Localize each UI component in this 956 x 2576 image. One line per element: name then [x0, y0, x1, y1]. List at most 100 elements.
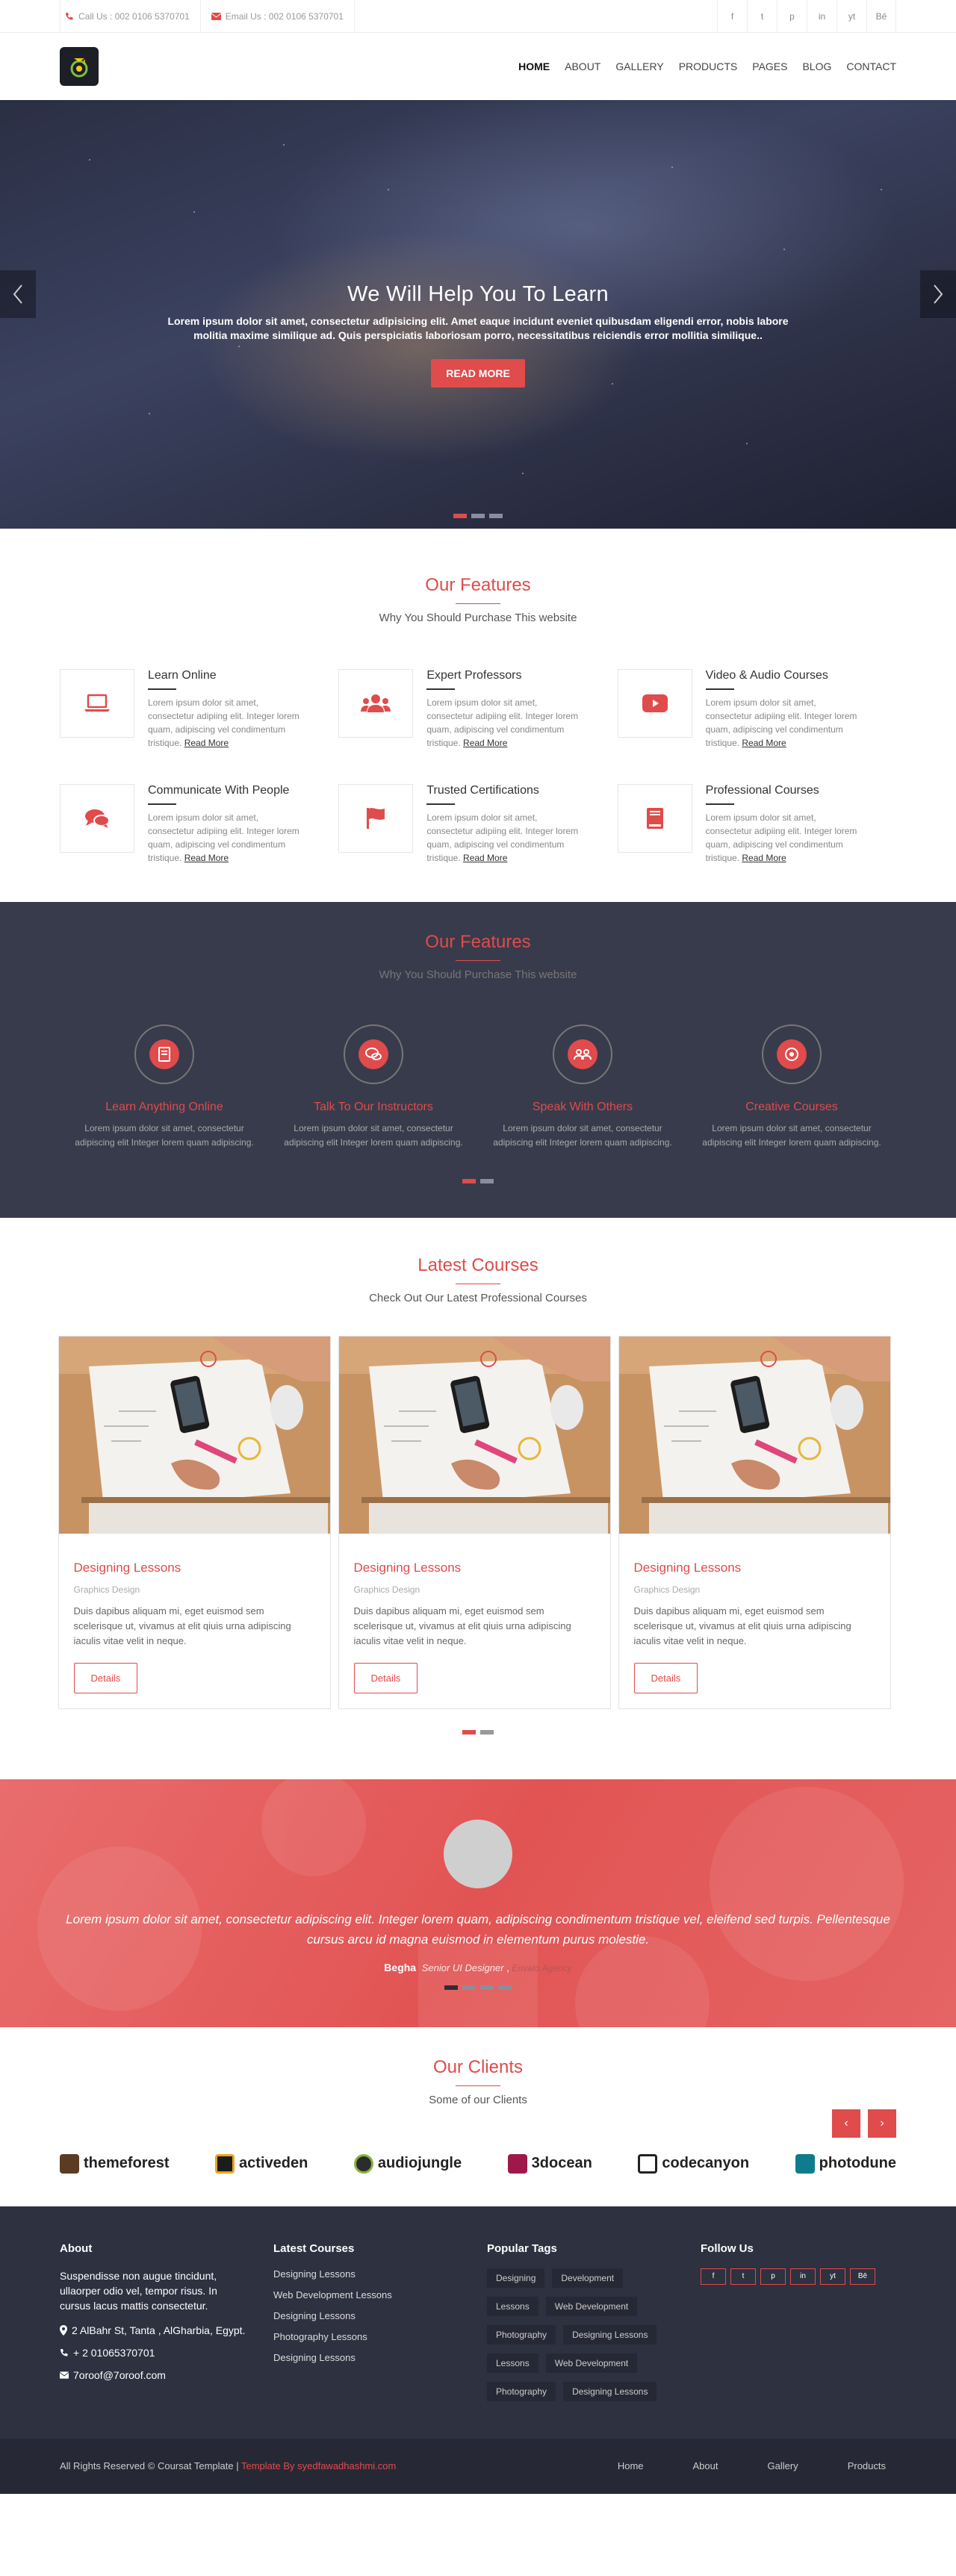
- bottom-nav-gallery[interactable]: Gallery: [768, 2460, 798, 2471]
- hero-dot[interactable]: [453, 514, 467, 518]
- feature-text: Lorem ipsum dolor sit amet, consectetur …: [426, 812, 579, 863]
- nav-contact[interactable]: CONTACT: [846, 60, 896, 72]
- hero-dot[interactable]: [471, 514, 485, 518]
- pagination-dot[interactable]: [480, 1985, 494, 1990]
- tag[interactable]: Designing Lessons: [563, 2381, 657, 2401]
- book-icon: [158, 1047, 170, 1062]
- hero-dot[interactable]: [489, 514, 503, 518]
- pagination-dot[interactable]: [444, 1985, 458, 1990]
- features-grid: Learn Online Lorem ipsum dolor sit amet,…: [60, 669, 896, 865]
- client-logo-photodune[interactable]: photodune: [795, 2153, 896, 2174]
- hero-title: We Will Help You To Learn: [347, 282, 609, 306]
- nav-about[interactable]: ABOUT: [565, 60, 600, 72]
- client-logo-3docean[interactable]: 3docean: [507, 2153, 592, 2174]
- linkedin-icon[interactable]: in: [790, 2268, 816, 2285]
- footer-heading: Popular Tags: [487, 2241, 557, 2255]
- course-title[interactable]: Designing Lessons: [74, 1561, 315, 1575]
- read-more-link[interactable]: Read More: [742, 738, 786, 748]
- facebook-icon[interactable]: f: [701, 2268, 726, 2285]
- testimonial-author: Begha Senior UI Designer , Envato Agency: [0, 1961, 956, 1973]
- pagination-dot[interactable]: [462, 1729, 476, 1735]
- nav-products[interactable]: PRODUCTS: [679, 60, 738, 72]
- pagination-dot[interactable]: [462, 1985, 476, 1990]
- pagination-dot[interactable]: [462, 1179, 476, 1184]
- pagination-dot[interactable]: [498, 1985, 512, 1990]
- behance-icon[interactable]: Bē: [866, 0, 896, 33]
- course-title[interactable]: Designing Lessons: [634, 1561, 875, 1575]
- nav-pages[interactable]: PAGES: [752, 60, 787, 72]
- footer-course-link[interactable]: Designing Lessons: [273, 2352, 487, 2363]
- details-button[interactable]: Details: [633, 1662, 698, 1693]
- course-image[interactable]: [618, 1337, 890, 1534]
- tag[interactable]: Designing: [487, 2268, 545, 2288]
- feature-text: Lorem ipsum dolor sit amet, consectetur …: [493, 1123, 672, 1148]
- feature-circle: [762, 1024, 822, 1084]
- clients-next-button[interactable]: ›: [868, 2109, 896, 2138]
- linkedin-icon[interactable]: in: [807, 0, 836, 33]
- youtube-icon[interactable]: yt: [820, 2268, 845, 2285]
- read-more-link[interactable]: Read More: [184, 853, 229, 863]
- facebook-icon[interactable]: f: [717, 0, 747, 33]
- client-logo-audiojungle[interactable]: audiojungle: [353, 2153, 462, 2174]
- footer-latest-courses: Latest Courses Designing Lessons Web Dev…: [273, 2242, 487, 2401]
- logo-gear-icon: [70, 58, 88, 78]
- target-icon: [785, 1048, 798, 1061]
- feature-icon-box: [338, 669, 414, 738]
- pinterest-icon[interactable]: p: [760, 2268, 786, 2285]
- footer-course-link[interactable]: Designing Lessons: [273, 2268, 487, 2280]
- tag[interactable]: Web Development: [545, 2353, 638, 2373]
- call-text: Call Us : 002 0106 5370701: [78, 11, 190, 22]
- read-more-link[interactable]: Read More: [463, 738, 507, 748]
- author-role: Senior UI Designer: [421, 1961, 504, 1973]
- bottom-nav-about[interactable]: About: [693, 2460, 718, 2471]
- read-more-link[interactable]: Read More: [742, 853, 786, 863]
- clients-prev-button[interactable]: ‹: [832, 2109, 860, 2138]
- pagination-dot[interactable]: [480, 1179, 494, 1184]
- pagination-dot[interactable]: [480, 1729, 494, 1735]
- read-more-button[interactable]: READ MORE: [431, 358, 525, 388]
- course-title[interactable]: Designing Lessons: [354, 1561, 595, 1575]
- course-card: Designing Lessons Graphics Design Duis d…: [618, 1336, 891, 1709]
- footer-email: 7oroof@7oroof.com: [60, 2369, 273, 2381]
- site-logo[interactable]: [60, 47, 99, 86]
- tag[interactable]: Lessons: [487, 2296, 538, 2316]
- tag[interactable]: Development: [552, 2268, 624, 2288]
- feature-title: Communicate With People: [148, 784, 290, 797]
- client-logo-themeforest[interactable]: themeforest: [60, 2153, 169, 2174]
- feature-card: Learn Online Lorem ipsum dolor sit amet,…: [60, 669, 338, 750]
- behance-icon[interactable]: Bē: [850, 2268, 875, 2285]
- client-logo-codecanyon[interactable]: codecanyon: [638, 2153, 749, 2174]
- tag[interactable]: Lessons: [487, 2353, 538, 2373]
- pinterest-icon[interactable]: p: [777, 0, 807, 33]
- read-more-link[interactable]: Read More: [184, 738, 229, 748]
- footer-course-link[interactable]: Photography Lessons: [273, 2331, 487, 2342]
- section-subtitle: Why You Should Purchase This website: [379, 968, 577, 981]
- course-image[interactable]: [338, 1337, 610, 1534]
- 3docean-icon: [507, 2153, 527, 2174]
- details-button[interactable]: Details: [353, 1662, 418, 1693]
- top-social: f t p in yt Bē: [717, 0, 896, 33]
- tag[interactable]: Web Development: [545, 2296, 638, 2316]
- details-button[interactable]: Details: [73, 1662, 138, 1693]
- course-card: Designing Lessons Graphics Design Duis d…: [338, 1336, 611, 1709]
- email-text: Email Us : 002 0106 5370701: [225, 11, 344, 22]
- courses-pagination: [60, 1729, 896, 1735]
- nav-blog[interactable]: BLOG: [802, 60, 831, 72]
- tag[interactable]: Photography: [487, 2381, 556, 2401]
- twitter-icon[interactable]: t: [730, 2268, 756, 2285]
- template-credit-link[interactable]: Template By syedfawadhashmi.com: [241, 2460, 396, 2471]
- footer-course-link[interactable]: Designing Lessons: [273, 2310, 487, 2321]
- course-description: Duis dapibus aliquam mi, eget euismod se…: [353, 1605, 571, 1647]
- read-more-link[interactable]: Read More: [463, 853, 507, 863]
- nav-gallery[interactable]: GALLERY: [615, 60, 663, 72]
- footer-course-link[interactable]: Web Development Lessons: [273, 2289, 487, 2300]
- nav-home[interactable]: HOME: [518, 60, 550, 72]
- tag[interactable]: Photography: [487, 2324, 556, 2345]
- youtube-icon[interactable]: yt: [836, 0, 866, 33]
- bottom-nav-products[interactable]: Products: [848, 2460, 886, 2471]
- course-image[interactable]: [58, 1337, 330, 1534]
- tag[interactable]: Designing Lessons: [563, 2324, 657, 2345]
- twitter-icon[interactable]: t: [747, 0, 777, 33]
- bottom-nav-home[interactable]: Home: [618, 2460, 644, 2471]
- client-logo-activeden[interactable]: activeden: [215, 2153, 308, 2174]
